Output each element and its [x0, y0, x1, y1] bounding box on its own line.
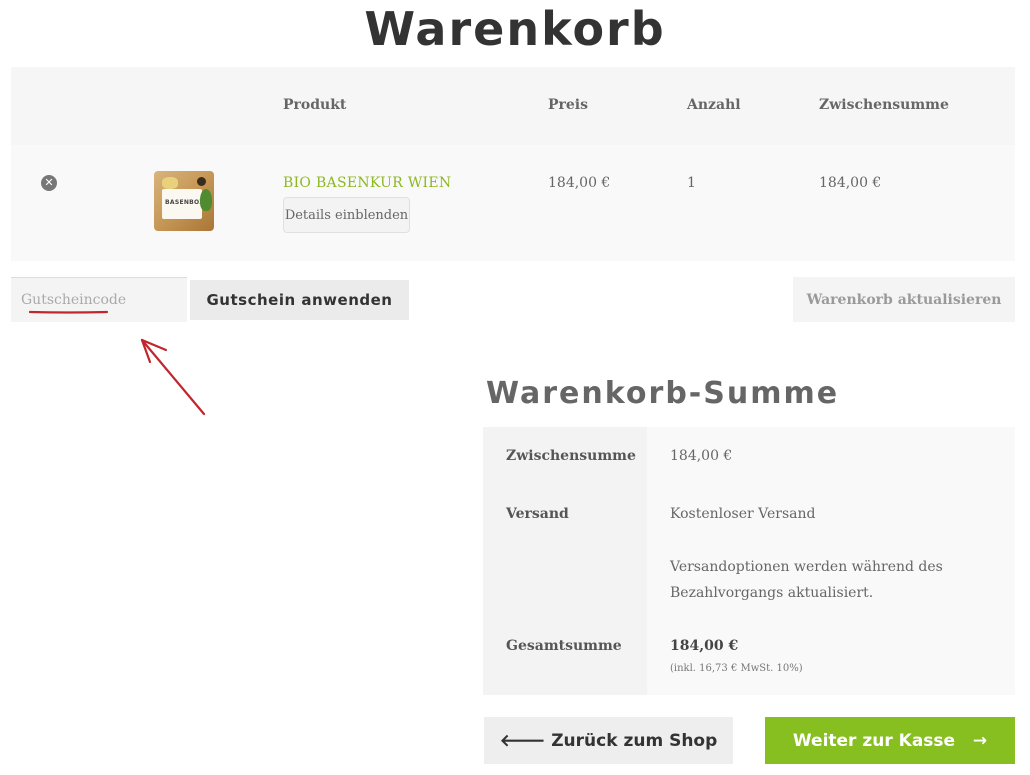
column-product: Produkt: [283, 97, 347, 113]
item-quantity[interactable]: 1: [687, 175, 696, 191]
item-price: 184,00 €: [548, 175, 611, 191]
apply-coupon-button[interactable]: Gutschein anwenden: [190, 280, 409, 320]
annotation-underline: [29, 310, 109, 314]
item-subtotal: 184,00 €: [819, 175, 882, 191]
arrow-right-icon: →: [961, 730, 988, 751]
totals-shipping-value: Kostenloser Versand: [670, 506, 816, 522]
checkout-label: Weiter zur Kasse: [792, 730, 956, 751]
annotation-arrow-icon: [140, 338, 206, 416]
totals-grand-value: 184,00 €: [670, 638, 739, 654]
remove-item-icon[interactable]: ✕: [41, 175, 57, 191]
back-to-shop-button[interactable]: 🡐 Zurück zum Shop: [484, 717, 733, 764]
totals-grand-label: Gesamtsumme: [506, 638, 622, 654]
cart-totals-table: Zwischensumme 184,00 € Versand Kostenlos…: [483, 427, 1015, 695]
totals-shipping-note: Versandoptionen werden während des Bezah…: [670, 559, 943, 601]
column-price: Preis: [548, 97, 589, 113]
column-quantity: Anzahl: [687, 97, 741, 113]
proceed-to-checkout-button[interactable]: Weiter zur Kasse →: [765, 717, 1015, 764]
totals-subtotal-value: 184,00 €: [670, 448, 733, 464]
cart-table-header: Produkt Preis Anzahl Zwischensumme: [11, 67, 1015, 145]
back-to-shop-label: Zurück zum Shop: [551, 730, 718, 751]
details-toggle-button[interactable]: Details einblenden: [283, 197, 410, 233]
totals-shipping-label: Versand: [506, 506, 569, 522]
column-subtotal: Zwischensumme: [819, 97, 949, 113]
page-title: Warenkorb: [364, 2, 666, 56]
totals-subtotal-label: Zwischensumme: [506, 448, 636, 464]
product-name-link[interactable]: BIO BASENKUR WIEN: [283, 175, 451, 191]
coupon-code-input[interactable]: [11, 277, 187, 322]
totals-tax-note: (inkl. 16,73 € MwSt. 10%): [670, 663, 803, 674]
product-thumbnail[interactable]: BASENBOX: [154, 171, 214, 231]
table-row: ✕ BASENBOX BIO BASENKUR WIEN Details ein…: [11, 145, 1015, 261]
update-cart-button[interactable]: Warenkorb aktualisieren: [793, 277, 1015, 322]
product-thumbnail-label: BASENBOX: [165, 199, 205, 206]
cart-totals-title: Warenkorb-Summe: [486, 376, 840, 411]
arrow-left-icon: 🡐: [499, 730, 546, 751]
